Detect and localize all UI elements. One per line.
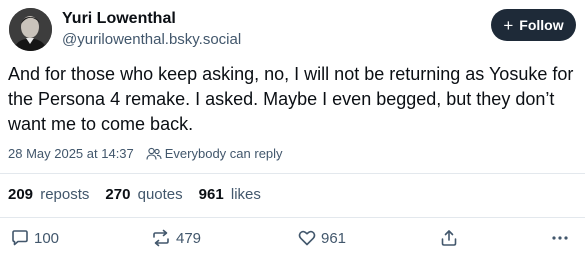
post-timestamp[interactable]: 28 May 2025 at 14:37 — [8, 146, 134, 161]
repost-count: 479 — [176, 229, 202, 247]
repost-button[interactable]: 479 — [150, 228, 201, 248]
like-count: 961 — [321, 229, 347, 247]
post-meta: 28 May 2025 at 14:37 Everybody can reply — [8, 146, 283, 161]
reply-setting: Everybody can reply — [146, 146, 283, 161]
post-text: And for those who keep asking, no, I wil… — [8, 64, 574, 134]
like-button[interactable]: 961 — [297, 228, 346, 248]
reply-icon — [12, 230, 28, 246]
avatar-photo-icon — [9, 8, 52, 51]
author-name[interactable]: Yuri Lowenthal — [62, 10, 176, 28]
post-stats: 209 reposts 270 quotes 961 likes — [8, 186, 261, 203]
reply-count: 100 — [34, 229, 60, 247]
quotes-count: 270 — [105, 186, 131, 203]
likes-label: likes — [230, 186, 261, 203]
divider — [0, 217, 585, 218]
ellipsis-icon — [552, 236, 568, 240]
quotes-stat[interactable]: 270 quotes — [105, 186, 182, 203]
avatar[interactable] — [9, 8, 52, 51]
reply-button[interactable]: 100 — [10, 228, 59, 248]
quotes-label: quotes — [137, 186, 183, 203]
post-card: Yuri Lowenthal @yurilowenthal.bsky.socia… — [0, 0, 585, 266]
reply-setting-label: Everybody can reply — [164, 146, 283, 161]
reposts-count: 209 — [8, 186, 34, 203]
more-options-button[interactable] — [551, 228, 569, 248]
likes-stat[interactable]: 961 likes — [199, 186, 261, 203]
people-icon — [146, 147, 162, 160]
heart-icon — [298, 230, 316, 246]
share-button[interactable] — [439, 228, 459, 248]
likes-count: 961 — [198, 186, 224, 203]
divider — [0, 173, 585, 174]
reposts-label: reposts — [40, 186, 90, 203]
action-bar: 100 479 961 — [0, 228, 585, 252]
author-handle[interactable]: @yurilowenthal.bsky.social — [62, 31, 241, 48]
reposts-stat[interactable]: 209 reposts — [8, 186, 89, 203]
repost-icon — [153, 229, 169, 247]
follow-button-label: Follow — [519, 17, 564, 33]
share-icon — [441, 230, 457, 246]
plus-icon: + — [503, 15, 514, 35]
follow-button[interactable]: + Follow — [491, 9, 576, 41]
